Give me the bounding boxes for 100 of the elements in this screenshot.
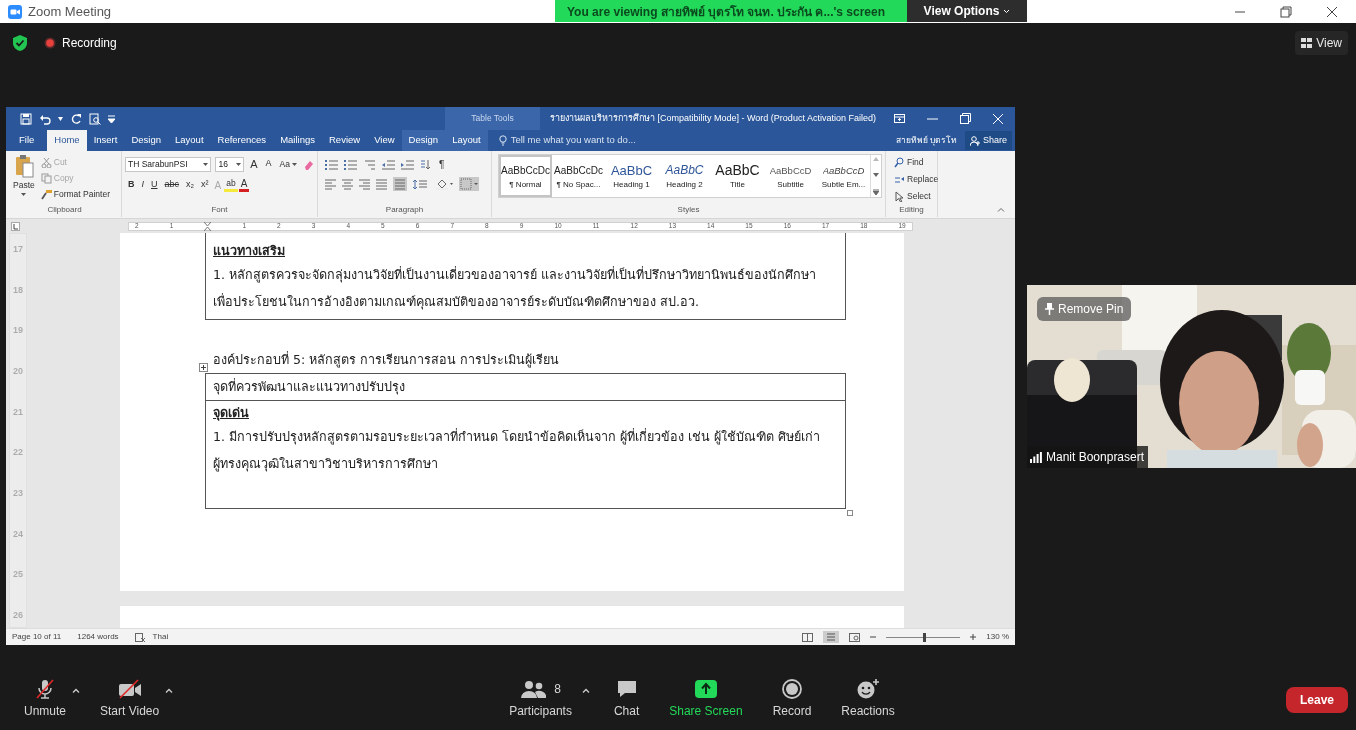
font-name-field[interactable]: TH SarabunPSI bbox=[125, 156, 212, 172]
ribbon-display-icon[interactable] bbox=[894, 114, 905, 123]
print-preview-icon[interactable] bbox=[89, 112, 101, 125]
indent-marker-icon[interactable] bbox=[204, 221, 212, 231]
page-indicator: Page 10 of 11 bbox=[12, 631, 62, 643]
copy-icon bbox=[40, 172, 52, 184]
bullets-icon[interactable] bbox=[325, 158, 338, 170]
format-button[interactable]: I bbox=[138, 177, 147, 193]
remove-pin-button[interactable]: Remove Pin bbox=[1037, 297, 1132, 321]
format-button[interactable]: x₂ bbox=[183, 177, 198, 193]
caret-icon bbox=[236, 162, 242, 166]
redo-icon[interactable] bbox=[70, 112, 82, 125]
proofing-icon[interactable] bbox=[134, 632, 145, 642]
decrease-indent-icon[interactable] bbox=[382, 158, 395, 170]
format-button[interactable]: x² bbox=[198, 177, 212, 193]
caret-icon bbox=[203, 162, 209, 166]
share-button[interactable]: Share bbox=[964, 131, 1012, 150]
recording-label: Recording bbox=[62, 35, 117, 52]
editing-button[interactable]: Select bbox=[892, 188, 934, 204]
shrink-font-button[interactable]: A bbox=[263, 156, 274, 172]
group-label: Font bbox=[210, 204, 229, 216]
line-spacing-icon[interactable] bbox=[413, 178, 429, 190]
ribbon-tab[interactable]: Insert bbox=[86, 130, 125, 151]
caret-icon[interactable] bbox=[58, 116, 63, 121]
window-title: Zoom Meeting bbox=[28, 2, 112, 21]
paintbrush-icon bbox=[40, 188, 52, 200]
share-banner: You are viewing สายทิพย์ บุตรโท จนท. ประกัน ค...'s screen bbox=[555, 0, 907, 22]
editing-button[interactable]: Find bbox=[892, 154, 934, 170]
shading-icon[interactable] bbox=[435, 178, 453, 190]
paste-button[interactable]: Paste bbox=[11, 154, 37, 200]
ribbon-tab[interactable]: Design bbox=[401, 130, 446, 151]
customize-icon[interactable] bbox=[108, 114, 115, 123]
table-header-cell: จุดที่ควรพัฒนาและแนวทางปรับปรุง bbox=[205, 373, 846, 401]
table-move-handle-icon[interactable] bbox=[199, 363, 208, 372]
toolbar-button[interactable]: Start Video bbox=[94, 679, 166, 720]
toolbar-button[interactable]: Chat bbox=[607, 679, 646, 720]
language-indicator: Thai bbox=[152, 631, 169, 643]
maximize-icon[interactable] bbox=[1280, 5, 1292, 18]
shield-icon[interactable] bbox=[12, 34, 28, 52]
style-option[interactable]: AaBbCcDc ¶ Normal bbox=[499, 155, 552, 197]
toolbar-button[interactable]: Share Screen bbox=[663, 679, 749, 720]
restore-icon[interactable] bbox=[960, 113, 971, 124]
ribbon-tab[interactable]: View bbox=[367, 130, 402, 151]
sort-icon[interactable] bbox=[420, 158, 431, 170]
caret-icon[interactable] bbox=[72, 688, 81, 693]
toolbar-button[interactable]: 8 Participants bbox=[503, 679, 578, 720]
print-layout-icon[interactable] bbox=[823, 631, 840, 643]
increase-indent-icon[interactable] bbox=[401, 158, 414, 170]
group-label: Editing bbox=[898, 204, 925, 216]
ribbon-tab[interactable]: Design bbox=[124, 130, 168, 151]
toolbar-button[interactable]: Unmute bbox=[18, 679, 73, 720]
scroll-down-icon[interactable] bbox=[873, 173, 879, 177]
ruler-number: 20 bbox=[13, 365, 23, 377]
word-count: 1264 words bbox=[77, 631, 119, 643]
multilevel-list-icon[interactable] bbox=[363, 158, 376, 170]
ribbon-tab[interactable]: References bbox=[210, 130, 274, 151]
change-case-button[interactable]: Aa bbox=[277, 156, 299, 172]
app-logo-icon bbox=[8, 4, 22, 19]
highlight-button[interactable]: ab bbox=[224, 178, 238, 192]
view-button[interactable]: View bbox=[1295, 31, 1348, 55]
record-icon bbox=[781, 679, 803, 699]
save-icon[interactable] bbox=[20, 112, 32, 125]
ribbon-tab[interactable]: Mailings bbox=[273, 130, 322, 151]
ribbon-tab[interactable]: Layout bbox=[445, 130, 488, 151]
ruler-number: 23 bbox=[13, 487, 23, 499]
caret-icon[interactable] bbox=[581, 688, 590, 693]
close-icon[interactable] bbox=[1326, 5, 1338, 18]
leave-button[interactable]: Leave bbox=[1286, 686, 1348, 713]
clipboard-button[interactable]: Format Painter bbox=[38, 186, 112, 202]
zoom-in-icon[interactable] bbox=[970, 634, 977, 640]
web-layout-icon[interactable] bbox=[849, 632, 861, 642]
show-marks-button[interactable]: ¶ bbox=[437, 156, 447, 172]
clear-formatting-icon[interactable] bbox=[303, 158, 314, 170]
group-label: Styles bbox=[676, 204, 701, 216]
grow-font-button[interactable]: A bbox=[248, 156, 260, 172]
read-mode-icon[interactable] bbox=[802, 632, 814, 642]
tell-me-field[interactable]: Tell me what you want to do... bbox=[491, 130, 643, 151]
caret-icon[interactable] bbox=[165, 688, 174, 693]
ribbon-tab[interactable]: Home bbox=[47, 130, 87, 151]
document-title: รายงานผลบริหารการศึกษา [Compatibility Mode] - Word (Product Activation Failed) bbox=[549, 111, 876, 125]
ribbon-tab[interactable]: Review bbox=[322, 130, 368, 151]
ribbon-tab[interactable]: File bbox=[12, 130, 42, 151]
chat-icon bbox=[615, 679, 638, 699]
clipboard-icon bbox=[13, 154, 34, 178]
table-resize-handle-icon[interactable] bbox=[847, 510, 853, 516]
font-color-button[interactable]: A bbox=[238, 178, 250, 192]
ribbon-tab[interactable]: Layout bbox=[168, 130, 211, 151]
more-styles-icon[interactable] bbox=[873, 189, 879, 195]
format-button[interactable]: B bbox=[125, 177, 138, 193]
toolbar-button[interactable]: Record bbox=[766, 679, 818, 720]
font-size-field[interactable]: 16 bbox=[215, 156, 245, 172]
tab-selector-icon[interactable] bbox=[11, 221, 20, 231]
zoom-slider-thumb[interactable] bbox=[923, 632, 927, 642]
format-button[interactable]: U bbox=[148, 177, 161, 193]
toolbar-button[interactable]: Reactions bbox=[835, 679, 901, 720]
pin-icon bbox=[1045, 303, 1054, 315]
zoom-out-icon[interactable] bbox=[870, 634, 877, 640]
numbering-icon[interactable] bbox=[344, 158, 357, 170]
view-options-button[interactable]: View Options bbox=[907, 0, 1027, 22]
format-button[interactable]: abc bbox=[161, 177, 183, 193]
